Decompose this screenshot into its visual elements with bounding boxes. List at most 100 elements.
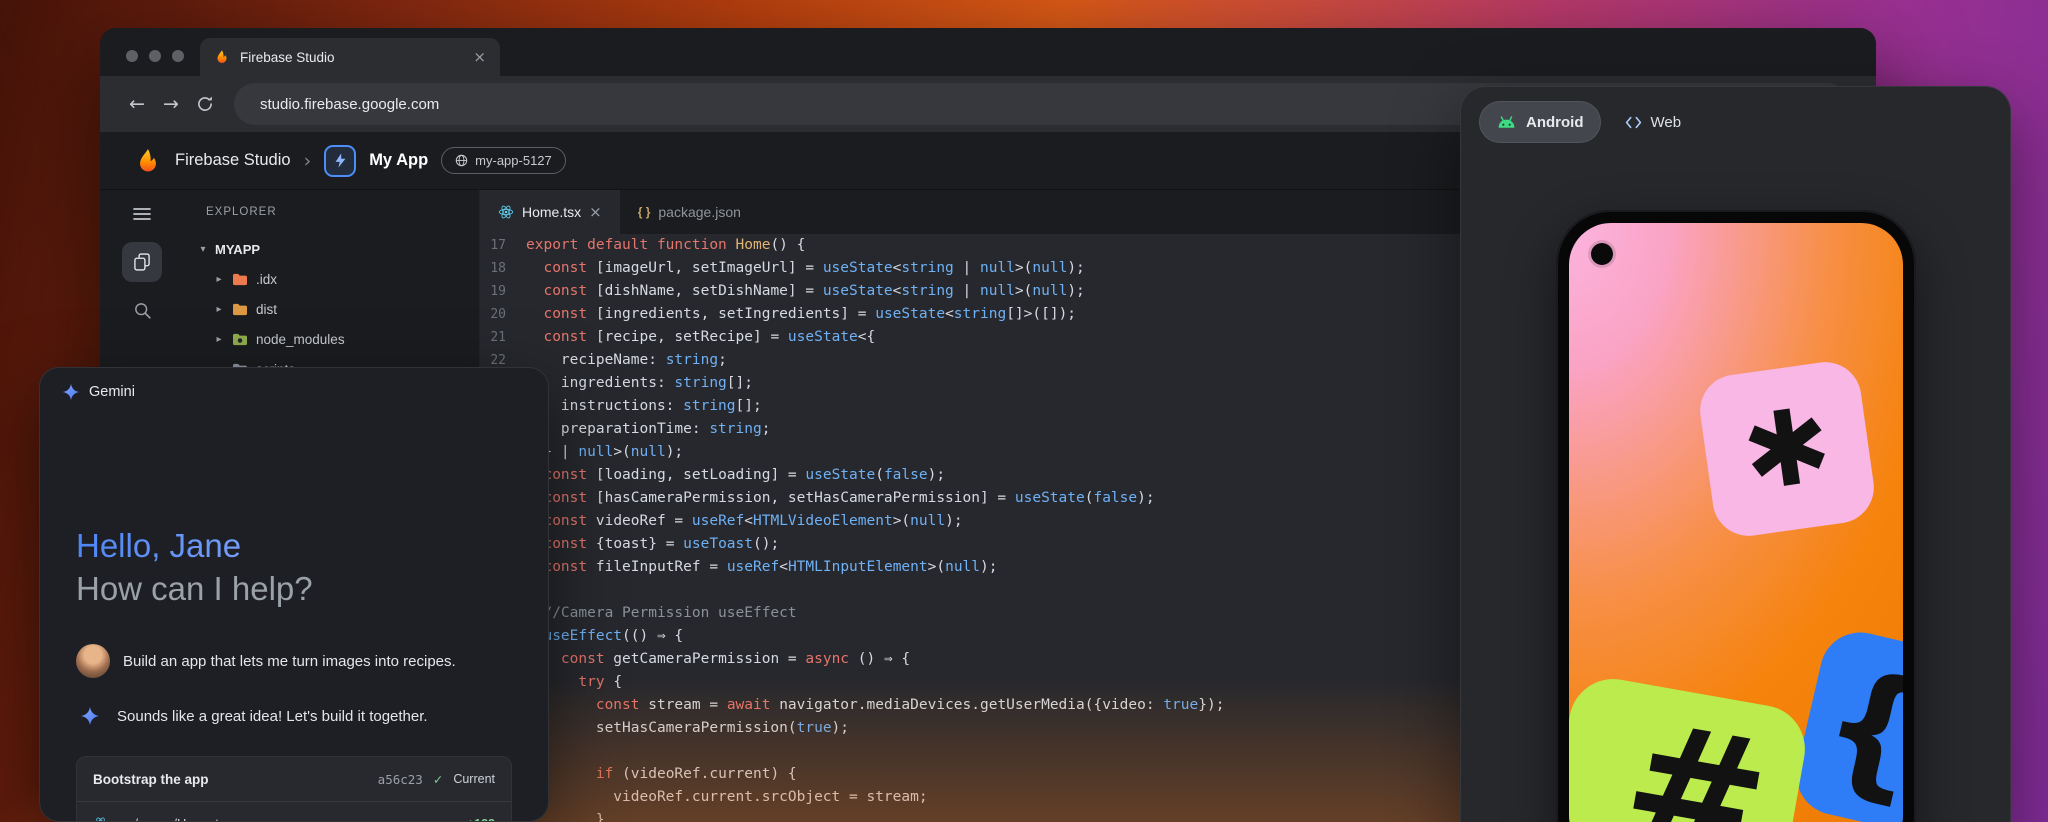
window-chrome: Firebase Studio × bbox=[100, 28, 1876, 76]
gemini-sparkle-icon bbox=[62, 383, 80, 401]
search-button[interactable] bbox=[124, 292, 160, 328]
tab-android[interactable]: Android bbox=[1479, 101, 1601, 143]
breadcrumb-separator: › bbox=[304, 150, 312, 172]
assistant-message: Sounds like a great idea! Let's build it… bbox=[117, 708, 428, 725]
react-icon bbox=[93, 816, 108, 822]
changed-file-row[interactable]: src/pages/Home.tsx +122 bbox=[77, 801, 511, 822]
line-number: 19 bbox=[480, 280, 526, 303]
code-text: const stream = await navigator.mediaDevi… bbox=[526, 694, 1224, 717]
code-text: useEffect(() ⇒ { bbox=[526, 625, 683, 648]
assistant-message-row: Sounds like a great idea! Let's build it… bbox=[76, 706, 524, 726]
tab-package-json[interactable]: { } package.json bbox=[620, 190, 759, 234]
brace-glyph: { bbox=[1806, 638, 1903, 822]
code-text: const [imageUrl, setImageUrl] = useState… bbox=[526, 257, 1085, 280]
app-icon bbox=[324, 145, 356, 177]
tab-home-tsx[interactable]: Home.tsx × bbox=[480, 190, 620, 234]
code-text: const {toast} = useToast(); bbox=[526, 533, 779, 556]
app-id-badge[interactable]: my-app-5127 bbox=[441, 147, 566, 174]
tab-label: Android bbox=[1526, 114, 1584, 131]
browser-tab[interactable]: Firebase Studio × bbox=[200, 38, 500, 76]
reload-icon bbox=[196, 95, 214, 113]
sidebar-item-idx[interactable]: ▸.idx bbox=[184, 264, 479, 294]
line-number: 20 bbox=[480, 303, 526, 326]
chevron-down-icon: ▾ bbox=[198, 244, 208, 255]
file-path: src/pages/Home.tsx bbox=[117, 816, 232, 822]
braces-icon: { } bbox=[638, 205, 651, 219]
spark-bolt-icon bbox=[332, 152, 349, 169]
sidebar-item-dist[interactable]: ▸ dist bbox=[184, 294, 479, 324]
tab-label: Web bbox=[1651, 114, 1682, 131]
asterisk-glyph: ✱ bbox=[1735, 383, 1838, 516]
code-text: } | null>(null); bbox=[526, 441, 683, 464]
forward-button[interactable]: → bbox=[154, 87, 188, 121]
folder-name: dist bbox=[256, 302, 277, 317]
folder-name: .idx bbox=[256, 272, 277, 287]
code-text: videoRef.current.srcObject = stream; bbox=[526, 786, 928, 809]
code-text: instructions: string[]; bbox=[526, 395, 762, 418]
breadcrumb-product[interactable]: Firebase Studio bbox=[175, 151, 291, 170]
task-card[interactable]: Bootstrap the app a56c23 ✓ Current src/p… bbox=[76, 756, 512, 822]
tab-web[interactable]: Web bbox=[1609, 101, 1698, 143]
back-button[interactable]: ← bbox=[120, 87, 154, 121]
code-text: recipeName: string; bbox=[526, 349, 727, 372]
code-text: preparationTime: string; bbox=[526, 418, 770, 441]
code-text: if (videoRef.current) { bbox=[526, 763, 797, 786]
code-text: const fileInputRef = useRef<HTMLInputEle… bbox=[526, 556, 997, 579]
line-number: 21 bbox=[480, 326, 526, 349]
breadcrumb-app-name[interactable]: My App bbox=[369, 151, 428, 170]
task-card-header: Bootstrap the app a56c23 ✓ Current bbox=[77, 757, 511, 801]
window-control-close[interactable] bbox=[126, 50, 138, 62]
tab-label: Home.tsx bbox=[522, 204, 581, 220]
globe-icon bbox=[455, 154, 468, 167]
phone-frame: ✱ { # bbox=[1556, 210, 1916, 822]
code-text: ingredients: string[]; bbox=[526, 372, 753, 395]
tab-label: package.json bbox=[658, 204, 741, 220]
explorer-button[interactable] bbox=[122, 242, 162, 282]
phone-screen: ✱ { # bbox=[1569, 223, 1903, 822]
firebase-favicon bbox=[214, 49, 230, 65]
explorer-title: EXPLORER bbox=[184, 190, 479, 234]
device-tabs: Android Web bbox=[1479, 101, 1697, 143]
desktop-background: Firebase Studio × ← → studio.firebase.go… bbox=[0, 0, 2048, 822]
code-text: const [recipe, setRecipe] = useState<{ bbox=[526, 326, 875, 349]
chevron-right-icon: ▸ bbox=[214, 304, 224, 315]
camera-punch-hole bbox=[1591, 243, 1613, 265]
search-icon bbox=[133, 301, 152, 320]
brace-card: { bbox=[1789, 625, 1903, 822]
window-control-minimize[interactable] bbox=[149, 50, 161, 62]
code-text: const [hasCameraPermission, setHasCamera… bbox=[526, 487, 1155, 510]
gemini-panel: Gemini Hello, Jane How can I help? Build… bbox=[39, 367, 549, 822]
device-preview-panel: Android Web ✱ { # bbox=[1460, 86, 2011, 822]
code-text: //Camera Permission useEffect bbox=[526, 602, 797, 625]
reload-button[interactable] bbox=[188, 87, 222, 121]
window-controls bbox=[126, 50, 184, 62]
sidebar-item-node-modules[interactable]: ▸node_modules bbox=[184, 324, 479, 354]
tab-title: Firebase Studio bbox=[240, 50, 463, 65]
forward-arrow-icon: → bbox=[163, 93, 179, 115]
close-icon[interactable]: × bbox=[589, 203, 602, 221]
tab-close-icon[interactable]: × bbox=[473, 48, 486, 66]
greeting-question: How can I help? bbox=[76, 567, 313, 610]
gemini-title: Gemini bbox=[89, 384, 135, 400]
hash-glyph: # bbox=[1612, 698, 1780, 822]
tree-items: ▸.idx▸dist▸node_modules▸scripts bbox=[184, 264, 479, 384]
diff-added-count: +122 bbox=[467, 817, 495, 822]
code-text: const getCameraPermission = async () ⇒ { bbox=[526, 648, 910, 671]
commit-hash: a56c23 bbox=[378, 772, 423, 787]
code-text: const [ingredients, setIngredients] = us… bbox=[526, 303, 1076, 326]
line-number: 18 bbox=[480, 257, 526, 280]
folder-icon bbox=[232, 332, 248, 347]
code-text: const [loading, setLoading] = useState(f… bbox=[526, 464, 945, 487]
hash-card: # bbox=[1569, 672, 1812, 822]
menu-button[interactable] bbox=[124, 196, 160, 232]
tree-root-label: MYAPP bbox=[215, 242, 260, 257]
folder-name: node_modules bbox=[256, 332, 345, 347]
sparkle-icon bbox=[80, 706, 100, 726]
code-text: export default function Home() { bbox=[526, 234, 805, 257]
tree-root[interactable]: ▾ MYAPP bbox=[184, 234, 479, 264]
window-control-maximize[interactable] bbox=[172, 50, 184, 62]
user-message: Build an app that lets me turn images in… bbox=[123, 653, 456, 670]
url-text: studio.firebase.google.com bbox=[260, 96, 439, 113]
firebase-logo-icon bbox=[134, 147, 162, 175]
status-label: Current bbox=[453, 772, 495, 786]
